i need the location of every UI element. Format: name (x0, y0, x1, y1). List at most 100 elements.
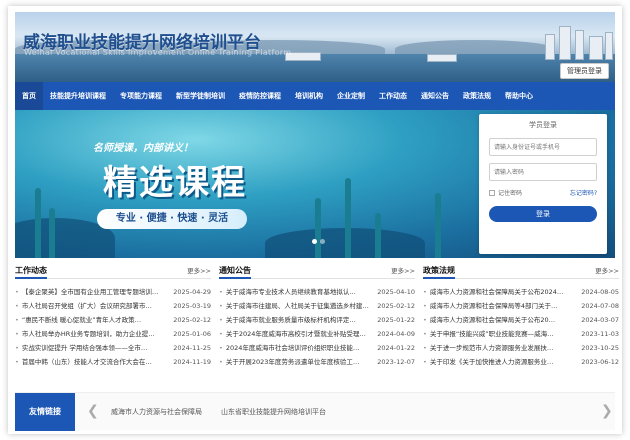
column-title: 工作动态 (15, 265, 47, 279)
item-title[interactable]: 市人社局召开党组（扩大）会议研究部署市… (15, 299, 165, 313)
building-decoration (559, 26, 571, 60)
coral-decoration (375, 213, 381, 258)
nav-item-home[interactable]: 首页 (15, 82, 43, 110)
remember-password[interactable]: 记住密码 (489, 188, 522, 197)
item-date: 2023-11-03 (581, 330, 619, 338)
login-title: 学员登录 (529, 121, 557, 129)
hero-headline: 精选课程 (103, 163, 247, 203)
friend-links-bar: 友情链接 ❮ 威海市人力资源与社会保障局 山东省职业技能提升网络培训平台 ❯ (15, 392, 615, 431)
nav-item-apprentice[interactable]: 新型学徒制培训 (169, 82, 232, 110)
item-title[interactable]: 2024年度威海市社会培训评价组织职业技能… (219, 341, 369, 355)
nav-item-special-courses[interactable]: 专项能力课程 (113, 82, 169, 110)
work-news-column: 工作动态 更多>> 【泰企聚英】全市国有企业用工管理专题培训… 2025-04-2… (15, 265, 211, 369)
column-title: 通知公告 (219, 265, 251, 279)
site-subtitle: Weihai Vocational Skills Improvement Onl… (24, 48, 292, 57)
item-date: 2025-02-12 (377, 302, 415, 310)
item-title[interactable]: 实战实训促提升 学用结合强本领——全市… (15, 341, 165, 355)
item-date: 2024-04-09 (377, 330, 415, 338)
list-item[interactable]: 2024年度威海市社会培训评价组织职业技能… 2024-01-22 (219, 341, 415, 355)
list-item[interactable]: 【泰企聚英】全市国有企业用工管理专题培训… 2025-04-29 (15, 285, 211, 299)
coral-decoration (35, 188, 41, 258)
friend-link[interactable]: 山东省职业技能提升网络培训平台 (221, 393, 326, 431)
list-item[interactable]: 关于2024年度威海市高校引才暨就业补贴受理… 2024-04-09 (219, 327, 415, 341)
nav-item-epidemic[interactable]: 疫情防控课程 (232, 82, 288, 110)
nav-item-work-news[interactable]: 工作动态 (372, 82, 414, 110)
remember-label: 记住密码 (498, 190, 523, 197)
item-title[interactable]: “惠民不断线 暖心促就业”青年人才政策… (15, 313, 165, 327)
coral-decoration (315, 198, 321, 258)
list-item[interactable]: 关于印发《关于加快推进人力资源服务业… 2023-06-12 (423, 355, 619, 369)
item-date: 2024-07-08 (581, 302, 619, 310)
list-item[interactable]: 关于开展2023年度劳务派遣单位年度核验工… 2023-12-07 (219, 355, 415, 369)
item-title[interactable]: 关于2024年度威海市高校引才暨就业补贴受理… (219, 327, 369, 341)
hero-carousel[interactable]: 名师授课，内部讲义！ 精选课程 专业 · 便捷 · 快速 · 灵活 学员登录 记… (15, 110, 615, 258)
friend-links-label: 友情链接 (15, 393, 75, 431)
item-title[interactable]: 关于威海市就业服务质量市级标杆机构评定… (219, 313, 369, 327)
forgot-password-link[interactable]: 忘记密码? (570, 188, 597, 197)
item-date: 2023-12-07 (377, 358, 415, 366)
building-decoration (605, 32, 613, 60)
list-item[interactable]: 实战实训促提升 学用结合强本领——全市… 2024-11-25 (15, 341, 211, 355)
item-title[interactable]: 关于印发《关于加快推进人力资源服务业… (423, 355, 573, 369)
list-item[interactable]: “惠民不断线 暖心促就业”青年人才政策… 2025-02-12 (15, 313, 211, 327)
admin-login-button[interactable]: 管理员登录 (560, 63, 609, 79)
id-input[interactable] (489, 138, 597, 156)
list-item[interactable]: 关于威海市往建局、人社局关于征集遴选乡村建… 2025-02-12 (219, 299, 415, 313)
carousel-dot-2[interactable] (320, 239, 325, 244)
nav-item-skill-courses[interactable]: 技能提升培训课程 (43, 82, 113, 110)
item-date: 2025-03-19 (173, 302, 211, 310)
list-item[interactable]: 首届中韩（山东）技能人才交流合作大会在… 2024-11-19 (15, 355, 211, 369)
site-header: 威海职业技能提升网络培训平台 Weihai Vocational Skills … (15, 12, 615, 82)
item-date: 2025-04-10 (377, 288, 415, 296)
list-item[interactable]: 市人社局召开党组（扩大）会议研究部署市… 2025-03-19 (15, 299, 211, 313)
nav-item-notices[interactable]: 通知公告 (414, 82, 456, 110)
chevron-left-icon[interactable]: ❮ (87, 403, 99, 419)
item-date: 2025-01-22 (377, 316, 415, 324)
item-date: 2025-02-12 (173, 316, 211, 324)
item-title[interactable]: 市人社局举办HR业务专题培训，助力企业提… (15, 327, 165, 341)
building-decoration (545, 34, 555, 60)
remember-checkbox[interactable] (489, 189, 495, 196)
more-link[interactable]: 更多>> (595, 265, 619, 278)
item-title[interactable]: 关于开展2023年度劳务派遣单位年度核验工… (219, 355, 369, 369)
item-title[interactable]: 威海市人力资源和社会保障局关于公布2024… (423, 285, 573, 299)
carousel-dot-1[interactable] (312, 239, 317, 244)
nav-item-help[interactable]: 帮助中心 (498, 82, 540, 110)
password-input[interactable] (489, 163, 597, 181)
coral-decoration (49, 208, 55, 258)
nav-item-policies[interactable]: 政策法规 (456, 82, 498, 110)
item-title[interactable]: 威海市人力资源和社会保障局等4部门关于… (423, 299, 573, 313)
item-date: 2024-03-07 (581, 316, 619, 324)
list-item[interactable]: 威海市人力资源和社会保障局关于公布2024… 2024-08-05 (423, 285, 619, 299)
item-title[interactable]: 关于威海市往建局、人社局关于征集遴选乡村建… (219, 299, 369, 313)
coral-decoration (435, 193, 441, 258)
chevron-right-icon[interactable]: ❯ (601, 403, 613, 419)
list-item[interactable]: 关于威海市专业技术人员继续教育基地拟认… 2025-04-10 (219, 285, 415, 299)
hero-slogan: 名师授课，内部讲义！ (93, 143, 193, 154)
list-item[interactable]: 威海市人力资源和社会保障局关于公布20… 2024-03-07 (423, 313, 619, 327)
item-title[interactable]: 威海市人力资源和社会保障局关于公布20… (423, 313, 573, 327)
nav-item-enterprise[interactable]: 企业定制 (330, 82, 372, 110)
item-date: 2023-06-12 (581, 358, 619, 366)
main-nav: 首页 技能提升培训课程 专项能力课程 新型学徒制培训 疫情防控课程 培训机构 企… (15, 82, 615, 110)
policies-column: 政策法规 更多>> 威海市人力资源和社会保障局关于公布2024… 2024-08-… (423, 265, 619, 369)
more-link[interactable]: 更多>> (391, 265, 415, 278)
building-decoration (589, 36, 603, 60)
list-item[interactable]: 关于威海市就业服务质量市级标杆机构评定… 2025-01-22 (219, 313, 415, 327)
login-button[interactable]: 登录 (489, 206, 597, 222)
item-title[interactable]: 关于申报“技能兴威”职业技能竞赛—威海… (423, 327, 573, 341)
more-link[interactable]: 更多>> (187, 265, 211, 278)
nav-item-institutions[interactable]: 培训机构 (288, 82, 330, 110)
page-frame: 威海职业技能提升网络培训平台 Weihai Vocational Skills … (8, 6, 622, 434)
item-title[interactable]: 关于威海市专业技术人员继续教育基地拟认… (219, 285, 369, 299)
item-title[interactable]: 首届中韩（山东）技能人才交流合作大会在… (15, 355, 165, 369)
hero-tagline: 专业 · 便捷 · 快速 · 灵活 (97, 209, 247, 229)
item-title[interactable]: 【泰企聚英】全市国有企业用工管理专题培训… (15, 285, 165, 299)
item-title[interactable]: 关于进一步规范市人力资源服务业发展扶… (423, 341, 573, 355)
building-decoration (575, 30, 584, 60)
list-item[interactable]: 威海市人力资源和社会保障局等4部门关于… 2024-07-08 (423, 299, 619, 313)
list-item[interactable]: 关于申报“技能兴威”职业技能竞赛—威海… 2023-11-03 (423, 327, 619, 341)
list-item[interactable]: 市人社局举办HR业务专题培训，助力企业提… 2025-01-06 (15, 327, 211, 341)
friend-link[interactable]: 威海市人力资源与社会保障局 (111, 393, 202, 431)
list-item[interactable]: 关于进一步规范市人力资源服务业发展扶… 2023-10-25 (423, 341, 619, 355)
